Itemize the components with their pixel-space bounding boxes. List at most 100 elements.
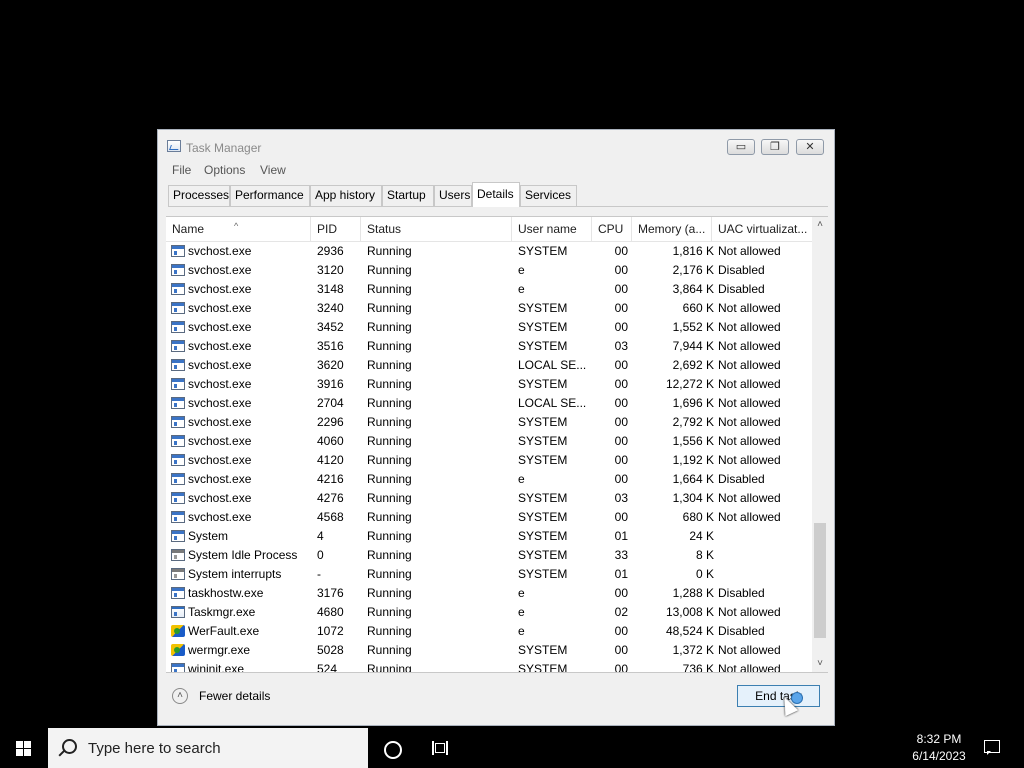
taskbar-search-box[interactable]: Type here to search — [48, 728, 368, 768]
tab-performance[interactable]: Performance — [230, 185, 310, 206]
cell-uac: Not allowed — [718, 301, 781, 315]
menu-view[interactable]: View — [260, 163, 286, 177]
table-row[interactable]: svchost.exe 4060 Running SYSTEM 00 1,556 K Not… — [166, 432, 812, 451]
table-row[interactable]: svchost.exe 2704 Running LOCAL SE... 00 1,696… — [166, 394, 812, 413]
close-button[interactable]: ✕ — [796, 139, 824, 155]
cell-user-name: SYSTEM — [518, 548, 568, 562]
cell-pid: 3148 — [317, 282, 344, 296]
cell-status: Running — [367, 415, 412, 429]
cell-memory: 48,524 K — [665, 624, 714, 638]
scroll-down-arrow-icon[interactable]: ˅ — [812, 656, 828, 672]
cell-uac: Disabled — [718, 472, 765, 486]
tab-processes[interactable]: Processes — [168, 185, 230, 206]
maximize-button[interactable]: ❐ — [761, 139, 789, 155]
table-row[interactable]: System Idle Process 0 Running SYSTEM 33 8 K — [166, 546, 812, 565]
column-header-memory[interactable]: Memory (a... — [632, 217, 712, 241]
cell-name: taskhostw.exe — [188, 586, 264, 600]
cell-name: svchost.exe — [188, 301, 252, 315]
tab-details[interactable]: Details — [472, 182, 520, 207]
table-row[interactable]: svchost.exe 3516 Running SYSTEM 03 7,944 K Not… — [166, 337, 812, 356]
cell-memory: 24 K — [689, 529, 714, 543]
column-header-status[interactable]: Status — [361, 217, 512, 241]
cell-memory: 2,176 K — [672, 263, 714, 277]
cell-uac: Not allowed — [718, 605, 781, 619]
minimize-button[interactable]: ▭ — [727, 139, 755, 155]
cell-status: Running — [367, 244, 412, 258]
column-header-uac[interactable]: UAC virtualizat... — [712, 217, 812, 241]
cell-name: svchost.exe — [188, 358, 252, 372]
cell-pid: 3620 — [317, 358, 344, 372]
cell-cpu: 00 — [614, 434, 628, 448]
cell-uac: Not allowed — [718, 453, 781, 467]
cell-name: System Idle Process — [188, 548, 298, 562]
cell-uac: Not allowed — [718, 662, 781, 672]
cell-pid: 4120 — [317, 453, 344, 467]
table-row[interactable]: System interrupts - Running SYSTEM 01 0 K — [166, 565, 812, 584]
tab-users[interactable]: Users — [434, 185, 472, 206]
cell-user-name: SYSTEM — [518, 453, 568, 467]
cell-pid: 4680 — [317, 605, 344, 619]
table-row[interactable]: svchost.exe 3916 Running SYSTEM 00 12,272 K No… — [166, 375, 812, 394]
table-row[interactable]: wermgr.exe 5028 Running SYSTEM 00 1,372 K Not … — [166, 641, 812, 660]
cell-memory: 1,816 K — [672, 244, 714, 258]
tab-services[interactable]: Services — [520, 185, 577, 206]
table-row[interactable]: svchost.exe 4276 Running SYSTEM 03 1,304 K Not… — [166, 489, 812, 508]
process-icon — [171, 625, 185, 637]
cell-name: svchost.exe — [188, 282, 252, 296]
column-header-user-name[interactable]: User name — [512, 217, 592, 241]
task-view-icon[interactable] — [432, 741, 448, 755]
cell-user-name: e — [518, 586, 525, 600]
cell-cpu: 01 — [614, 567, 628, 581]
table-row[interactable]: svchost.exe 4120 Running SYSTEM 00 1,192 K Not… — [166, 451, 812, 470]
fewer-details-label: Fewer details — [199, 689, 271, 703]
cell-cpu: 03 — [614, 491, 628, 505]
table-row[interactable]: svchost.exe 3452 Running SYSTEM 00 1,552 K Not… — [166, 318, 812, 337]
table-row[interactable]: Taskmgr.exe 4680 Running e 02 13,008 K Not all… — [166, 603, 812, 622]
cell-memory: 1,552 K — [672, 320, 714, 334]
cell-uac: Disabled — [718, 263, 765, 277]
process-icon — [171, 340, 185, 352]
end-task-button[interactable]: End task — [737, 685, 820, 707]
cell-uac: Disabled — [718, 624, 765, 638]
table-row[interactable]: wininit.exe 524 Running SYSTEM 00 736 K Not al… — [166, 660, 812, 672]
cortana-icon[interactable] — [384, 741, 402, 759]
cell-uac: Not allowed — [718, 320, 781, 334]
vertical-scrollbar[interactable]: ˄ ˅ — [812, 217, 828, 672]
column-header-cpu[interactable]: CPU — [592, 217, 632, 241]
title-bar[interactable]: Task Manager ▭ ❐ ✕ — [158, 130, 834, 160]
tab-app-history[interactable]: App history — [310, 185, 382, 206]
start-button[interactable] — [0, 728, 48, 768]
action-center-icon[interactable] — [984, 740, 1000, 755]
table-row[interactable]: svchost.exe 2296 Running SYSTEM 00 2,792 K Not… — [166, 413, 812, 432]
table-row[interactable]: svchost.exe 3240 Running SYSTEM 00 660 K Not a… — [166, 299, 812, 318]
system-clock[interactable]: 8:32 PM 6/14/2023 — [900, 731, 978, 765]
cell-user-name: SYSTEM — [518, 434, 568, 448]
scrollbar-thumb[interactable] — [814, 523, 826, 638]
process-icon — [171, 568, 185, 580]
cell-user-name: SYSTEM — [518, 643, 568, 657]
column-header-pid[interactable]: PID — [311, 217, 361, 241]
menu-options[interactable]: Options — [204, 163, 245, 177]
table-row[interactable]: svchost.exe 3620 Running LOCAL SE... 00 2,692… — [166, 356, 812, 375]
tab-strip: Processes Performance App history Startu… — [168, 182, 828, 207]
process-icon — [171, 530, 185, 542]
table-row[interactable]: svchost.exe 4568 Running SYSTEM 00 680 K Not a… — [166, 508, 812, 527]
process-icon — [171, 245, 185, 257]
cell-status: Running — [367, 453, 412, 467]
table-row[interactable]: svchost.exe 4216 Running e 00 1,664 K Disabled — [166, 470, 812, 489]
table-row[interactable]: System 4 Running SYSTEM 01 24 K — [166, 527, 812, 546]
cell-user-name: SYSTEM — [518, 529, 568, 543]
cell-cpu: 00 — [614, 282, 628, 296]
table-row[interactable]: svchost.exe 2936 Running SYSTEM 00 1,816 K Not… — [166, 242, 812, 261]
table-row[interactable]: svchost.exe 3120 Running e 00 2,176 K Disabled — [166, 261, 812, 280]
column-header-name[interactable]: Name ^ — [166, 217, 311, 241]
scroll-up-arrow-icon[interactable]: ˄ — [812, 217, 828, 233]
tab-startup[interactable]: Startup — [382, 185, 434, 206]
menu-file[interactable]: File — [172, 163, 191, 177]
cell-memory: 1,288 K — [672, 586, 714, 600]
cell-status: Running — [367, 301, 412, 315]
cell-cpu: 00 — [614, 377, 628, 391]
table-row[interactable]: WerFault.exe 1072 Running e 00 48,524 K Disabl… — [166, 622, 812, 641]
table-row[interactable]: taskhostw.exe 3176 Running e 00 1,288 K Disabl… — [166, 584, 812, 603]
table-row[interactable]: svchost.exe 3148 Running e 00 3,864 K Disabled — [166, 280, 812, 299]
